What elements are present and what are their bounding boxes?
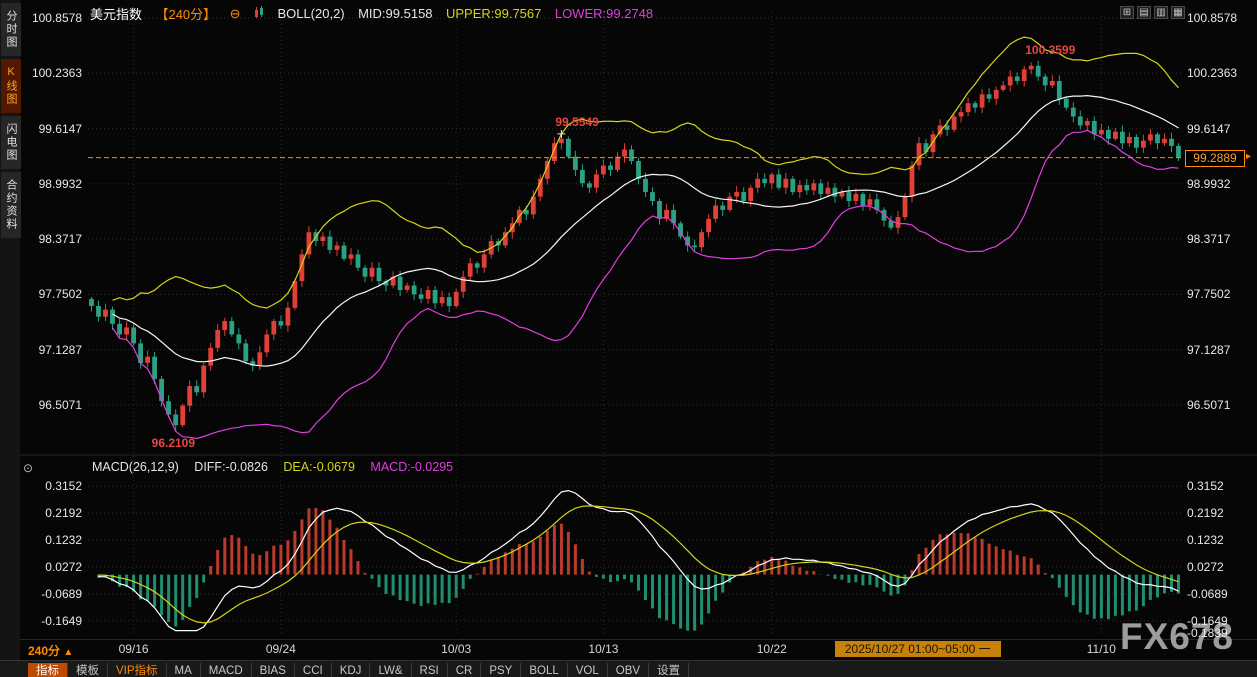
gridlines (20, 12, 1257, 640)
period-up-arrow-icon: ▲ (63, 647, 74, 658)
chart-layout-controls: ⊞ ▤ ▥ ▦ (1120, 2, 1188, 20)
date-label: 10/13 (588, 642, 619, 656)
toolbar-button[interactable]: 模板 (68, 663, 108, 677)
price-tick-label: 98.3717 (1187, 232, 1231, 247)
period-tag: 【240分】 (155, 7, 217, 22)
toolbar-button[interactable]: MACD (201, 663, 252, 677)
period-selector[interactable]: 240分 ▲ (28, 642, 73, 659)
toolbar-button[interactable]: 设置 (649, 663, 690, 677)
date-label: 10/03 (441, 642, 472, 656)
toolbar-button[interactable]: LW& (370, 663, 412, 677)
macd-tick-label: 0.0272 (45, 559, 82, 574)
date-label: 09/24 (265, 642, 296, 656)
candles (89, 60, 1181, 432)
toolbar-button[interactable]: BOLL (521, 663, 568, 677)
toolbar-button[interactable]: VIP指标 (108, 663, 167, 677)
collapse-icon[interactable]: ⊖ (230, 6, 241, 22)
price-tick-label: 100.8578 (31, 11, 82, 25)
chart-header: 美元指数 【240分】 ⊖ BOLL(20,2) MID:99.5158 UPP… (90, 4, 662, 23)
price-tick-label: 98.3717 (38, 232, 82, 247)
toolbar-button[interactable]: PSY (481, 663, 522, 677)
macd-label: MACD(26,12,9) (92, 460, 179, 474)
toolbar-button[interactable]: BIAS (252, 663, 295, 677)
price-tick-label: 97.7502 (38, 287, 82, 302)
toolbar-button[interactable]: RSI (412, 663, 448, 677)
sidebar-tab[interactable]: 合约资料 (1, 172, 21, 238)
boll-mid-value: MID:99.5158 (358, 6, 433, 21)
macd-tick-label: -0.1839 (1187, 626, 1228, 640)
date-label: 11/10 (1086, 642, 1116, 656)
indicator-toolbar: 指标 模板 VIP指标 MA MACD BIAS CCI KDJ LW& RSI CR PSY BOLL… (0, 660, 1257, 677)
boll-label: BOLL(20,2) (277, 6, 345, 21)
toolbar-button[interactable]: MA (167, 663, 201, 677)
chart-layout-icon[interactable]: ▦ (1171, 6, 1185, 19)
price-annotation: 100.3599 (1025, 43, 1076, 58)
macd-tick-label: 0.3152 (1187, 479, 1224, 494)
macd-tick-label: -0.1649 (41, 613, 82, 628)
toolbar-button[interactable]: OBV (608, 663, 650, 677)
toolbar-button[interactable]: KDJ (332, 663, 371, 677)
price-tick-label: 100.2363 (31, 66, 82, 81)
sidebar-tab[interactable]: K线图 (1, 59, 21, 113)
macd-tick-label: -0.0689 (41, 586, 82, 601)
price-tick-label: 100.2363 (1187, 66, 1238, 81)
indicator-settings-icon[interactable]: ⊙ (23, 461, 33, 475)
macd-tick-label: -0.0689 (1187, 586, 1228, 601)
symbol-title: 美元指数 (90, 7, 143, 22)
macd-diff-value: DIFF:-0.0826 (194, 460, 268, 474)
macd-tick-label: 0.2192 (1187, 506, 1224, 521)
price-tick-label: 99.6147 (38, 121, 82, 136)
toolbar-button[interactable]: 指标 (28, 663, 68, 677)
sidebar-tab[interactable]: 闪电图 (1, 116, 21, 169)
macd-header: MACD(26,12,9) DIFF:-0.0826 DEA:-0.0679 M… (92, 458, 464, 476)
price-tick-label: 98.9932 (1187, 176, 1231, 191)
price-tick-label: 98.9932 (38, 176, 82, 191)
price-tick-label: 96.5071 (38, 398, 82, 412)
price-annotation: 99.5549 (555, 114, 599, 129)
price-tick-label: 97.1287 (1187, 342, 1231, 357)
price-tick-label: 100.8578 (1187, 11, 1238, 25)
price-tick-label: 97.1287 (38, 342, 82, 357)
price-tick-label: 99.6147 (1187, 121, 1231, 136)
price-tick-label: 96.5071 (1187, 398, 1231, 412)
trading-app-window: 分时图 K线图闪电图合约资料 ⊙ 美元指数 【240分】 ⊖ BOLL(20,2)… (0, 0, 1257, 677)
macd-tick-label: 0.1232 (1187, 533, 1224, 548)
macd-histogram (97, 507, 1180, 631)
candlestick-chart[interactable] (0, 0, 1257, 677)
chart-layout-icon[interactable]: ⊞ (1120, 6, 1134, 19)
period-selector-label: 240分 (28, 644, 61, 658)
boll-lower-value: LOWER:99.2748 (554, 6, 654, 21)
macd-tick-label: 0.3152 (45, 479, 82, 494)
price-tick-label: 97.7502 (1187, 287, 1231, 302)
chart-layout-icon[interactable]: ▥ (1154, 6, 1168, 19)
boll-upper-value: UPPER:99.7567 (445, 6, 542, 21)
macd-dea-value: DEA:-0.0679 (283, 460, 355, 474)
toolbar-button[interactable]: VOL (568, 663, 608, 677)
selected-time-range: 2025/10/27 01:00~05:00 一 (834, 641, 1001, 657)
toolbar-button[interactable]: CR (448, 663, 482, 677)
candlestick-icon (254, 5, 264, 22)
macd-tick-label: 0.1232 (45, 533, 82, 548)
last-price-label: 99.2889 (1185, 149, 1245, 167)
sidebar: 分时图 K线图闪电图合约资料 (0, 0, 21, 677)
date-label: 10/22 (756, 642, 787, 656)
macd-tick-label: 0.0272 (1187, 559, 1224, 574)
time-axis: 2025/10/27 01:00~05:00 一 09/16 09/24 10/03… (0, 641, 1257, 658)
price-annotation: 96.2109 (151, 436, 196, 451)
sidebar-tab[interactable]: 分时图 (1, 3, 21, 56)
last-price-arrow-icon: ▸ (1246, 150, 1252, 162)
date-label: 09/16 (118, 642, 149, 656)
toolbar-button[interactable]: CCI (295, 663, 332, 677)
chart-layout-icon[interactable]: ▤ (1137, 6, 1151, 19)
macd-macd-value: MACD:-0.0295 (370, 460, 454, 474)
macd-tick-label: 0.2192 (45, 506, 82, 521)
